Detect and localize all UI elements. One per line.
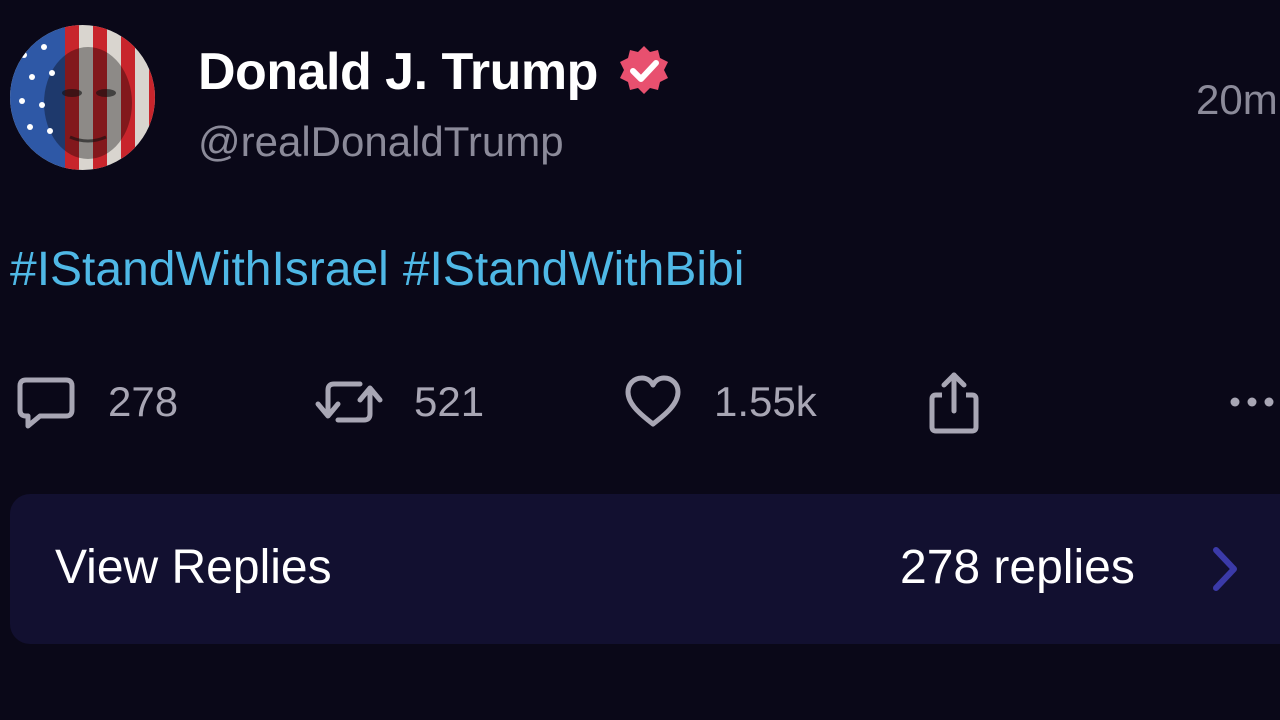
avatar[interactable] <box>10 25 155 170</box>
view-replies-button[interactable]: View Replies 278 replies <box>10 494 1280 644</box>
comment-icon <box>17 377 75 429</box>
hashtag-link[interactable]: #IStandWithBibi <box>403 243 745 296</box>
timestamp[interactable]: 20m <box>1196 76 1278 124</box>
reply-button[interactable]: 278 <box>14 362 178 442</box>
like-count: 1.55k <box>714 378 817 425</box>
action-bar: 278 521 1.55k <box>0 362 1280 442</box>
repost-count: 521 <box>414 378 485 425</box>
post-body: #IStandWithIsrael #IStandWithBibi <box>10 242 744 297</box>
more-icon <box>1230 397 1274 407</box>
like-button[interactable]: 1.55k <box>622 362 817 442</box>
repost-button[interactable]: 521 <box>314 362 484 442</box>
view-replies-label: View Replies <box>55 541 332 594</box>
handle[interactable]: @realDonaldTrump <box>198 118 564 166</box>
chevron-right-icon <box>1213 547 1237 591</box>
verified-badge-icon <box>616 44 672 100</box>
more-button[interactable] <box>1228 362 1280 442</box>
replies-count: 278 replies <box>900 541 1135 594</box>
display-name[interactable]: Donald J. Trump <box>198 42 598 102</box>
author-row: Donald J. Trump <box>198 40 672 104</box>
share-icon <box>929 372 979 434</box>
heart-icon <box>625 375 681 427</box>
post: Donald J. Trump @realDonaldTrump 20m #IS… <box>0 0 1280 720</box>
reply-count: 278 <box>108 378 179 425</box>
hashtag-link[interactable]: #IStandWithIsrael <box>10 243 389 296</box>
flag-portrait-avatar <box>10 25 155 170</box>
share-button[interactable] <box>924 362 984 442</box>
repost-icon <box>315 381 383 423</box>
